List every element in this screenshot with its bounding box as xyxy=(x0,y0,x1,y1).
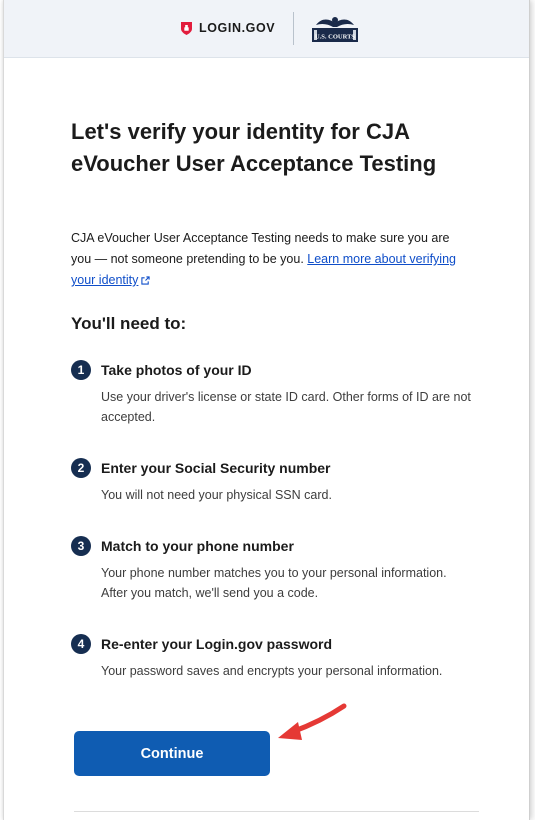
step-description: You will not need your physical SSN card… xyxy=(101,488,332,502)
intro-paragraph: CJA eVoucher User Acceptance Testing nee… xyxy=(71,228,471,291)
step-title: Match to your phone number xyxy=(101,538,294,554)
step-number-badge: 2 xyxy=(71,458,91,478)
external-link-icon xyxy=(141,276,151,285)
partner-logo-text: U.S. COURTS xyxy=(315,34,355,41)
annotation-arrow-icon xyxy=(278,703,347,740)
step-description: Your password saves and encrypts your pe… xyxy=(101,664,443,678)
page-title: Let's verify your identity for CJA eVouc… xyxy=(71,119,437,176)
us-courts-logo: U.S. COURTS xyxy=(312,17,358,42)
step-title: Take photos of your ID xyxy=(101,362,252,378)
header-divider xyxy=(293,12,294,45)
shield-icon xyxy=(181,21,192,35)
header-bar: LOGIN.GOV U.S. COURTS xyxy=(4,0,529,58)
step-number-badge: 4 xyxy=(71,634,91,654)
step-description: Use your driver's license or state ID ca… xyxy=(101,390,471,424)
bottom-divider xyxy=(74,811,479,812)
needs-heading: You'll need to: xyxy=(71,314,187,333)
step-title: Re-enter your Login.gov password xyxy=(101,636,333,652)
page-frame: LOGIN.GOV U.S. COURTS Let's verify your … xyxy=(3,0,530,820)
step-description: Your phone number matches you to your pe… xyxy=(101,566,447,600)
login-gov-logo: LOGIN.GOV xyxy=(180,17,275,39)
continue-button[interactable]: Continue xyxy=(74,731,270,776)
step-number-badge: 3 xyxy=(71,536,91,556)
step-number-badge: 1 xyxy=(71,360,91,380)
step-title: Enter your Social Security number xyxy=(101,460,331,476)
brand-text: LOGIN.GOV xyxy=(199,21,276,35)
